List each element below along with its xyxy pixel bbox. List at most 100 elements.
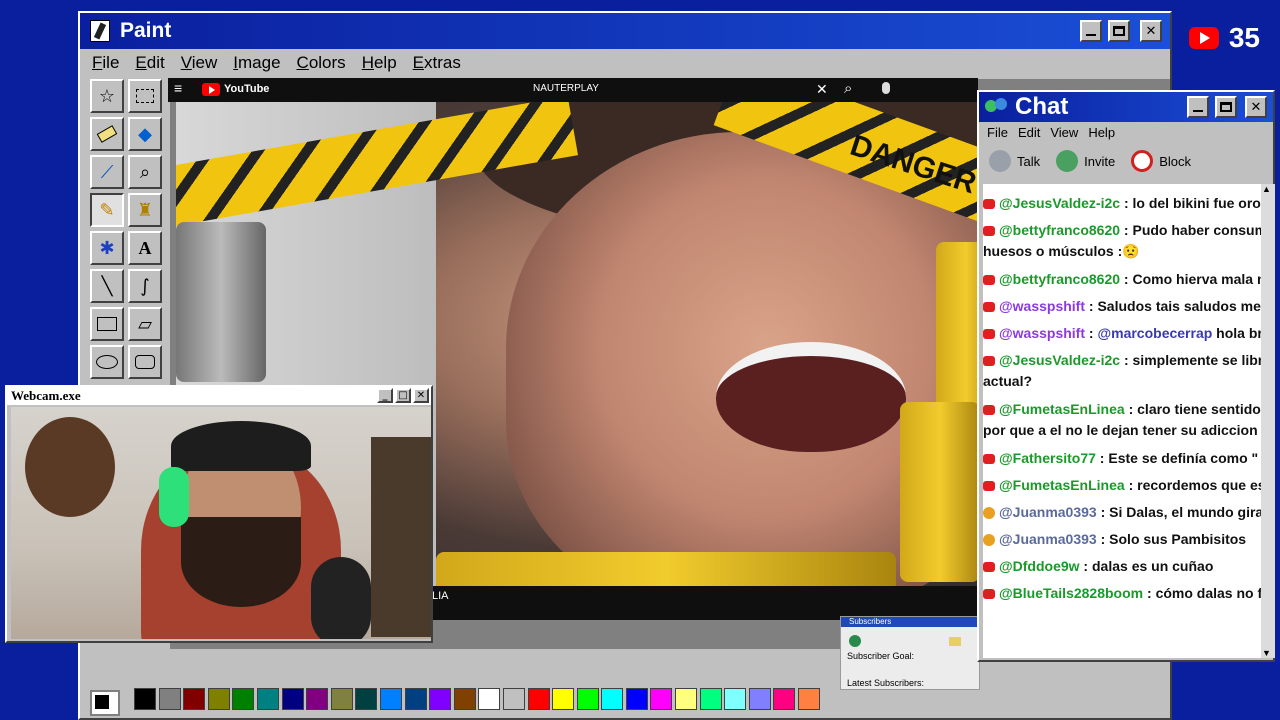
search-icon[interactable]: ⌕: [844, 80, 852, 97]
microphone-icon[interactable]: [882, 82, 890, 94]
palette-swatch[interactable]: [601, 688, 624, 710]
chat-titlebar[interactable]: Chat ✕: [979, 92, 1273, 122]
palette-swatch[interactable]: [379, 688, 402, 710]
paint-titlebar[interactable]: Paint ✕: [80, 13, 1170, 49]
menu-edit[interactable]: Edit: [129, 53, 170, 73]
chat-log[interactable]: @JesusValdez-i2c : lo del bikini fue oro…: [983, 184, 1261, 658]
chat-username[interactable]: @Dfddoe9w: [999, 558, 1080, 574]
chat-username[interactable]: @bettyfranco8620: [999, 222, 1120, 238]
minimize-button[interactable]: [1080, 20, 1102, 42]
search-input[interactable]: NAUTERPLAY: [533, 83, 599, 94]
chat-username[interactable]: @BlueTails2828boom: [999, 585, 1143, 601]
chat-username[interactable]: @wasspshift: [999, 325, 1085, 341]
chat-username[interactable]: @JesusValdez-i2c: [999, 195, 1120, 211]
chat-menu-file[interactable]: File: [987, 125, 1008, 140]
menu-view[interactable]: View: [175, 53, 224, 73]
palette-swatch[interactable]: [232, 688, 255, 710]
webcam-titlebar[interactable]: Webcam.exe _ □ ✕: [7, 387, 431, 405]
curve-icon: ∫: [140, 275, 150, 297]
palette-swatch[interactable]: [453, 688, 476, 710]
webcam-minimize-button[interactable]: _: [377, 388, 393, 403]
chat-username[interactable]: @Fathersito77: [999, 450, 1096, 466]
pencil-tool[interactable]: ✎: [90, 193, 124, 227]
airbrush-tool[interactable]: ✱: [90, 231, 124, 265]
palette-swatch[interactable]: [699, 688, 722, 710]
eraser-tool[interactable]: [90, 117, 124, 151]
brush-tool[interactable]: ♜: [128, 193, 162, 227]
scroll-down-icon[interactable]: ▼: [1262, 648, 1271, 658]
chat-maximize-button[interactable]: [1215, 96, 1237, 118]
menu-colors[interactable]: Colors: [291, 53, 352, 73]
chat-username[interactable]: @bettyfranco8620: [999, 271, 1120, 287]
chat-username[interactable]: @Juanma0393: [999, 531, 1097, 547]
palette-swatch[interactable]: [625, 688, 648, 710]
palette-swatch[interactable]: [256, 688, 279, 710]
palette-swatch[interactable]: [650, 688, 673, 710]
fill-tool[interactable]: ◆: [128, 117, 162, 151]
chat-message-continuation: por que a el no le dejan tener su adicci…: [983, 422, 1258, 438]
talk-button[interactable]: Talk: [989, 150, 1040, 172]
palette-swatch[interactable]: [207, 688, 230, 710]
polygon-tool[interactable]: ▱: [128, 307, 162, 341]
magnifier-tool[interactable]: ⌕: [128, 155, 162, 189]
chat-menu-edit[interactable]: Edit: [1018, 125, 1040, 140]
curve-tool[interactable]: ∫: [128, 269, 162, 303]
chat-close-button[interactable]: ✕: [1245, 96, 1267, 118]
palette-swatch[interactable]: [183, 688, 206, 710]
menu-extras[interactable]: Extras: [407, 53, 467, 73]
palette-swatch[interactable]: [724, 688, 747, 710]
invite-button[interactable]: Invite: [1056, 150, 1115, 172]
color-picker-tool[interactable]: ⟋: [90, 155, 124, 189]
chat-username[interactable]: @wasspshift: [999, 298, 1085, 314]
palette-swatch[interactable]: [552, 688, 575, 710]
webcam-maximize-button[interactable]: □: [395, 388, 411, 403]
palette-swatch[interactable]: [355, 688, 378, 710]
menu-help[interactable]: Help: [356, 53, 403, 73]
chat-username[interactable]: @FumetasEnLinea: [999, 401, 1125, 417]
palette-swatch[interactable]: [576, 688, 599, 710]
text-tool[interactable]: A: [128, 231, 162, 265]
webcam-title: Webcam.exe: [11, 388, 81, 403]
chat-menu-view[interactable]: View: [1050, 125, 1078, 140]
rounded-rect-tool[interactable]: [128, 345, 162, 379]
chat-username[interactable]: @FumetasEnLinea: [999, 477, 1125, 493]
palette-swatch[interactable]: [527, 688, 550, 710]
palette-swatch[interactable]: [748, 688, 771, 710]
maximize-button[interactable]: [1108, 20, 1130, 42]
ellipse-tool[interactable]: [90, 345, 124, 379]
palette-swatch[interactable]: [429, 688, 452, 710]
palette-swatch[interactable]: [281, 688, 304, 710]
menu-file[interactable]: File: [86, 53, 125, 73]
rect-select-tool[interactable]: [128, 79, 162, 113]
palette-swatch[interactable]: [502, 688, 525, 710]
chat-username[interactable]: @Juanma0393: [999, 504, 1097, 520]
block-button[interactable]: Block: [1131, 150, 1191, 172]
hamburger-menu-icon[interactable]: ≡: [174, 80, 182, 96]
current-color-swatch[interactable]: [90, 690, 120, 716]
clear-search-icon[interactable]: ✕: [816, 81, 828, 98]
rectangle-tool[interactable]: [90, 307, 124, 341]
chat-minimize-button[interactable]: [1187, 96, 1209, 118]
palette-swatch[interactable]: [306, 688, 329, 710]
rectangle-icon: [97, 317, 117, 331]
palette-swatch[interactable]: [134, 688, 156, 710]
palette-swatch[interactable]: [675, 688, 698, 710]
close-button[interactable]: ✕: [1140, 20, 1162, 42]
palette-swatch[interactable]: [773, 688, 796, 710]
palette-swatch[interactable]: [404, 688, 427, 710]
palette-swatch[interactable]: [478, 688, 501, 710]
chat-username[interactable]: @JesusValdez-i2c: [999, 352, 1120, 368]
chat-menu-help[interactable]: Help: [1088, 125, 1115, 140]
chat-scrollbar[interactable]: ▲ ▼: [1261, 184, 1275, 658]
palette-swatch[interactable]: [158, 688, 181, 710]
webcam-close-button[interactable]: ✕: [413, 388, 429, 403]
chat-mention[interactable]: @marcobecerrap: [1097, 325, 1212, 341]
scroll-up-icon[interactable]: ▲: [1262, 184, 1271, 194]
line-tool[interactable]: ╲: [90, 269, 124, 303]
menu-image[interactable]: Image: [227, 53, 286, 73]
free-select-tool[interactable]: ☆: [90, 79, 124, 113]
palette-swatch[interactable]: [798, 688, 821, 710]
chat-message: @Fathersito77 : Este se definía como " e…: [983, 449, 1261, 467]
palette-swatch[interactable]: [330, 688, 353, 710]
youtube-logo-icon[interactable]: [202, 83, 220, 96]
